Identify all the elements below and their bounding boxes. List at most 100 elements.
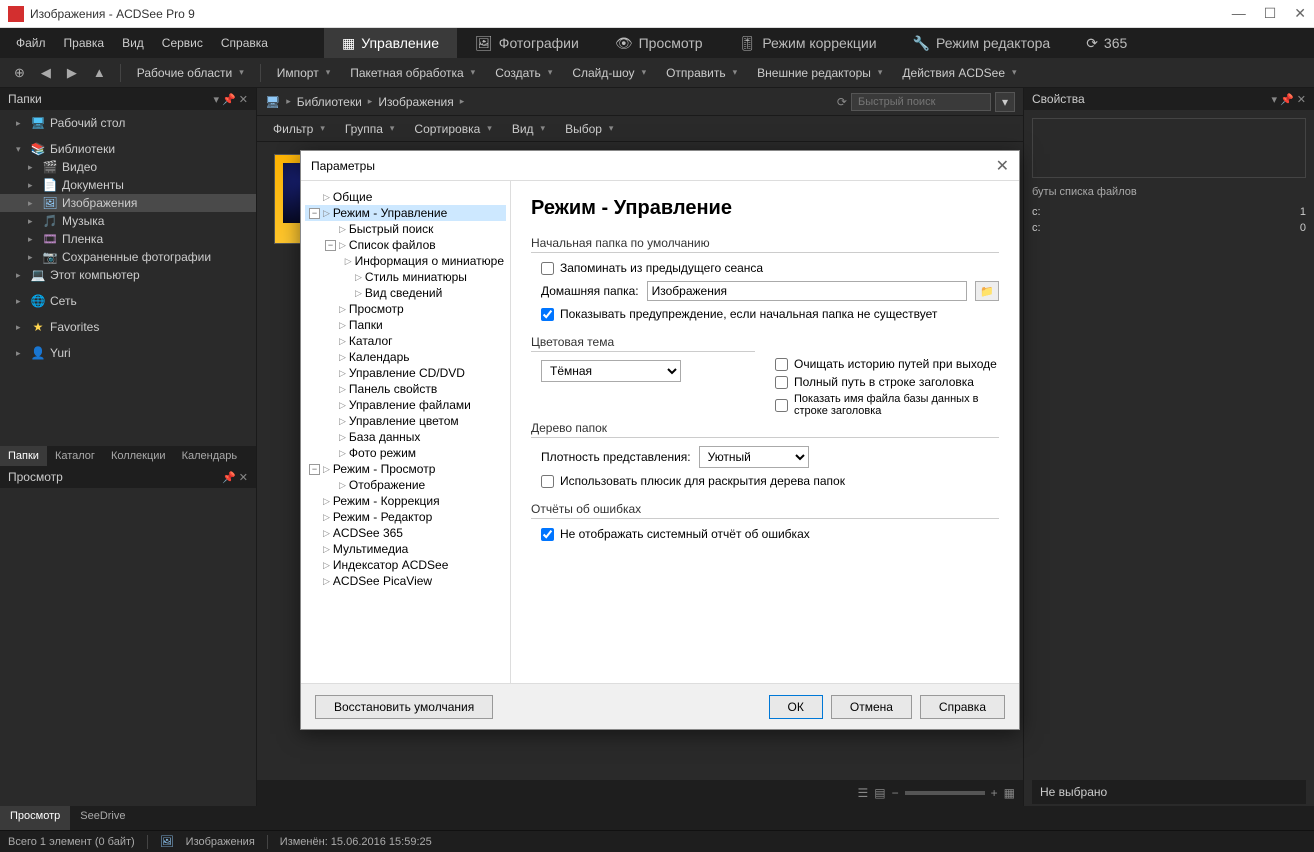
nav-home-icon[interactable]: ⊕	[8, 62, 31, 84]
options-tree-item[interactable]: −▷Режим - Управление	[305, 205, 506, 221]
editors-dropdown[interactable]: Внешние редакторы	[749, 63, 890, 83]
dialog-close-button[interactable]: ✕	[996, 156, 1009, 176]
cb-show-db-name[interactable]	[775, 399, 788, 412]
view-dropdown[interactable]: Вид	[504, 119, 553, 139]
folder-tree-item[interactable]: ▸🖼Изображения	[0, 194, 256, 212]
menu-view[interactable]: Вид	[114, 33, 152, 53]
options-tree-item[interactable]: ▷ACDSee 365	[305, 525, 506, 541]
folder-tree-item[interactable]: ▸🎬Видео	[0, 158, 256, 176]
options-tree-item[interactable]: ▷Режим - Редактор	[305, 509, 506, 525]
options-tree-item[interactable]: ▷ACDSee PicaView	[305, 573, 506, 589]
tab-catalog[interactable]: Каталог	[47, 446, 103, 466]
ok-button[interactable]: ОК	[769, 695, 823, 719]
folder-icon[interactable]: 🖥	[265, 95, 280, 109]
help-button[interactable]: Справка	[920, 695, 1005, 719]
cb-full-path[interactable]	[775, 376, 788, 389]
send-dropdown[interactable]: Отправить	[658, 63, 745, 83]
view-details-icon[interactable]: ▤	[874, 786, 885, 800]
menu-tools[interactable]: Сервис	[154, 33, 211, 53]
view-list-icon[interactable]: ☰	[858, 786, 869, 800]
options-tree-item[interactable]: ▷Индексатор ACDSee	[305, 557, 506, 573]
restore-defaults-button[interactable]: Восстановить умолчания	[315, 695, 493, 719]
tab-preview[interactable]: Просмотр	[0, 806, 70, 830]
input-home-folder[interactable]	[647, 281, 967, 301]
cb-show-warning[interactable]	[541, 308, 554, 321]
folder-tree-item[interactable]: ▸🌐Сеть	[0, 292, 256, 310]
batch-dropdown[interactable]: Пакетная обработка	[342, 63, 483, 83]
group-dropdown[interactable]: Группа	[337, 119, 403, 139]
tab-collections[interactable]: Коллекции	[103, 446, 174, 466]
maximize-button[interactable]: ☐	[1264, 5, 1277, 22]
options-tree[interactable]: ▷Общие−▷Режим - Управление▷Быстрый поиск…	[301, 181, 511, 683]
folder-tree-item[interactable]: ▸💻Этот компьютер	[0, 266, 256, 284]
import-dropdown[interactable]: Импорт	[269, 63, 338, 83]
cb-use-plus[interactable]	[541, 475, 554, 488]
menu-help[interactable]: Справка	[213, 33, 276, 53]
zoom-in-icon[interactable]: +	[991, 786, 998, 800]
actions-dropdown[interactable]: Действия ACDSee	[894, 63, 1024, 83]
view-thumb-icon[interactable]: ▦	[1004, 786, 1015, 800]
mode-edit[interactable]: 🔧Режим редактора	[895, 28, 1069, 58]
select-theme[interactable]: Тёмная	[541, 360, 681, 382]
slideshow-dropdown[interactable]: Слайд-шоу	[564, 63, 654, 83]
filter-dropdown[interactable]: Фильтр	[265, 119, 333, 139]
tab-calendar[interactable]: Календарь	[174, 446, 246, 466]
options-tree-item[interactable]: ▷Каталог	[305, 333, 506, 349]
cb-clear-history[interactable]	[775, 358, 788, 371]
create-dropdown[interactable]: Создать	[487, 63, 560, 83]
sort-dropdown[interactable]: Сортировка	[406, 119, 499, 139]
options-tree-item[interactable]: ▷Мультимедиа	[305, 541, 506, 557]
nav-forward-icon[interactable]: ▶	[61, 62, 83, 84]
options-tree-item[interactable]: ▷Управление CD/DVD	[305, 365, 506, 381]
options-tree-item[interactable]: ▷Информация о миниатюре	[305, 253, 506, 269]
options-tree-item[interactable]: ▷Быстрый поиск	[305, 221, 506, 237]
options-tree-item[interactable]: ▷Управление файлами	[305, 397, 506, 413]
bc-images[interactable]: Изображения	[378, 95, 453, 109]
options-tree-item[interactable]: ▷Стиль миниатюры	[305, 269, 506, 285]
options-tree-item[interactable]: ▷Просмотр	[305, 301, 506, 317]
options-tree-item[interactable]: ▷Фото режим	[305, 445, 506, 461]
folder-tree-item[interactable]: ▸★Favorites	[0, 318, 256, 336]
quick-search-input[interactable]	[851, 93, 991, 111]
property-tabs[interactable]	[1032, 118, 1306, 178]
folder-tree-item[interactable]: ▸📄Документы	[0, 176, 256, 194]
zoom-out-icon[interactable]: −	[892, 786, 899, 800]
select-density[interactable]: Уютный	[699, 446, 809, 468]
options-tree-item[interactable]: ▷Календарь	[305, 349, 506, 365]
refresh-icon[interactable]: ⟳	[837, 95, 847, 109]
options-tree-item[interactable]: ▷База данных	[305, 429, 506, 445]
zoom-slider[interactable]	[905, 791, 985, 795]
tab-seedrive[interactable]: SeeDrive	[70, 806, 135, 830]
pin-icon[interactable]: ▾ 📌 ✕	[1271, 93, 1306, 106]
folder-tree-item[interactable]: ▸🖥Рабочий стол	[0, 114, 256, 132]
pin-icon[interactable]: ▾ 📌 ✕	[213, 93, 248, 106]
cancel-button[interactable]: Отмена	[831, 695, 912, 719]
options-tree-item[interactable]: ▷Папки	[305, 317, 506, 333]
options-tree-item[interactable]: ▷Панель свойств	[305, 381, 506, 397]
select-dropdown[interactable]: Выбор	[557, 119, 621, 139]
minimize-button[interactable]: —	[1232, 5, 1246, 22]
options-tree-item[interactable]: ▷Общие	[305, 189, 506, 205]
browse-button[interactable]: 📁	[975, 281, 999, 301]
options-tree-item[interactable]: −▷Режим - Просмотр	[305, 461, 506, 477]
options-tree-item[interactable]: ▷Вид сведений	[305, 285, 506, 301]
workspaces-dropdown[interactable]: Рабочие области	[129, 63, 252, 83]
bc-libraries[interactable]: Библиотеки	[297, 95, 362, 109]
folder-tree-item[interactable]: ▾📚Библиотеки	[0, 140, 256, 158]
options-tree-item[interactable]: −▷Список файлов	[305, 237, 506, 253]
nav-up-icon[interactable]: ▲	[87, 62, 112, 83]
mode-365[interactable]: ⟳365	[1068, 28, 1145, 58]
folder-tree-item[interactable]: ▸🎞Пленка	[0, 230, 256, 248]
mode-manage[interactable]: ▦Управление	[324, 28, 457, 58]
mode-develop[interactable]: 🎚Режим коррекции	[721, 28, 895, 58]
folder-tree[interactable]: ▸🖥Рабочий стол ▾📚Библиотеки▸🎬Видео▸📄Докум…	[0, 110, 256, 446]
options-tree-item[interactable]: ▷Режим - Коррекция	[305, 493, 506, 509]
mode-photos[interactable]: 🖼Фотографии	[457, 28, 597, 58]
search-dropdown-icon[interactable]: ▾	[995, 92, 1015, 112]
close-button[interactable]: ✕	[1294, 5, 1306, 22]
options-tree-item[interactable]: ▷Отображение	[305, 477, 506, 493]
folder-tree-item[interactable]: ▸📷Сохраненные фотографии	[0, 248, 256, 266]
options-tree-item[interactable]: ▷Управление цветом	[305, 413, 506, 429]
nav-back-icon[interactable]: ◀	[35, 62, 57, 84]
pin-icon[interactable]: 📌 ✕	[222, 471, 248, 484]
